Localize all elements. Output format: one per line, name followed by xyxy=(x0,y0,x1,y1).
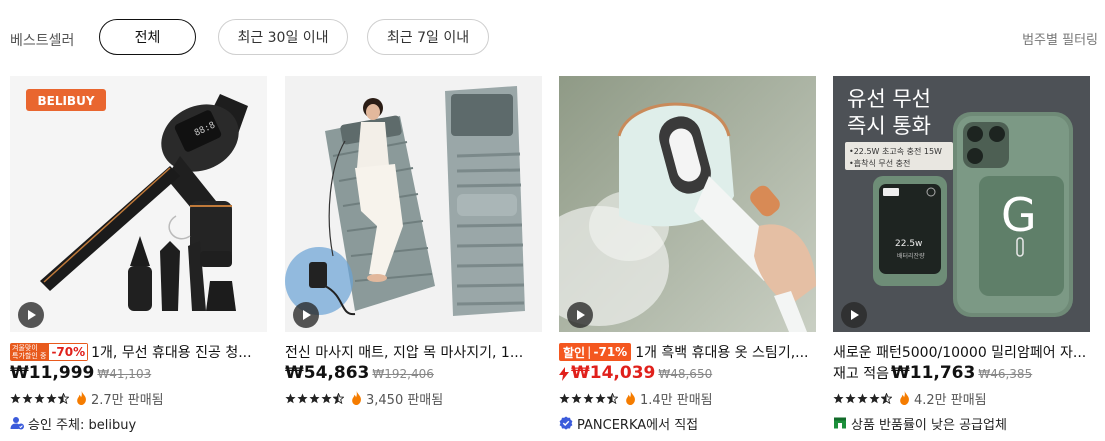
video-play-icon[interactable] xyxy=(18,302,44,328)
brand-label: BELIBUY xyxy=(37,94,94,108)
product-title[interactable]: 새로운 패턴5000/10000 밀리암페어 자... xyxy=(833,342,1086,362)
star-icon xyxy=(309,393,320,403)
product-image[interactable] xyxy=(559,76,816,332)
product-title[interactable]: 전신 마사지 매트, 지압 목 마사지기, 1... xyxy=(285,342,523,362)
star-rating xyxy=(10,392,70,404)
screen-text: 22.5w xyxy=(895,239,922,249)
video-play-icon[interactable] xyxy=(841,302,867,328)
verified-user-icon xyxy=(10,417,24,430)
product-image[interactable] xyxy=(285,76,542,332)
original-price: ₩192,406 xyxy=(372,367,434,381)
low-stock-label: 재고 적음 xyxy=(833,366,889,382)
headline-2: 즉시 통화 xyxy=(847,114,931,138)
half-star-icon xyxy=(881,392,892,404)
sold-count: 2.7만 판매됨 xyxy=(91,392,164,408)
spec-2: •흡착식 무선 충전 xyxy=(849,158,910,168)
screen-sub: 배터리잔량 xyxy=(897,252,925,260)
massage-mat-image xyxy=(285,76,542,332)
star-icon xyxy=(10,393,21,403)
store-icon xyxy=(834,417,846,429)
sale-price: ₩11,763 xyxy=(890,363,976,383)
product-title-row[interactable]: 할인 | -71% 1개 흑백 휴대용 옷 스팀기,... xyxy=(559,342,816,362)
star-icon xyxy=(285,393,296,403)
fire-icon xyxy=(900,391,909,405)
product-image[interactable]: BELIBUY 88:8 xyxy=(10,76,267,332)
power-bank-image: 유선 무선 즉시 통화 •22.5W 초고속 충전 15W •흡착식 무선 충전… xyxy=(833,76,1090,332)
fire-icon xyxy=(352,391,361,405)
star-icon xyxy=(571,393,582,403)
product-title[interactable]: 1개, 무선 휴대용 진공 청... xyxy=(91,342,251,362)
star-icon xyxy=(845,393,856,403)
half-star-icon xyxy=(607,392,618,404)
star-icon xyxy=(297,393,308,403)
product-title[interactable]: 1개 흑백 휴대용 옷 스팀기,... xyxy=(635,342,808,362)
seller-name[interactable]: 승인 주체: belibuy xyxy=(28,414,136,433)
star-icon xyxy=(46,393,57,403)
seller-row[interactable]: 승인 주체: belibuy xyxy=(10,414,136,433)
bestseller-label: 베스트셀러 xyxy=(10,33,75,49)
rating-row: 3,450 판매됨 xyxy=(285,389,444,408)
star-icon xyxy=(559,393,570,403)
sale-price: ₩11,999 xyxy=(10,363,95,383)
video-play-icon[interactable] xyxy=(567,302,593,328)
original-price: ₩48,650 xyxy=(658,367,713,381)
product-title-row[interactable]: 새로운 패턴5000/10000 밀리암페어 자... xyxy=(833,342,1090,362)
sale-price: ₩14,039 xyxy=(571,363,656,383)
category-filter-link[interactable]: 범주별 필터링 xyxy=(1022,29,1098,48)
original-price: ₩41,103 xyxy=(97,367,152,381)
star-icon xyxy=(22,393,33,403)
product-image[interactable]: 유선 무선 즉시 통화 •22.5W 초고속 충전 15W •흡착식 무선 충전… xyxy=(833,76,1090,332)
price-row: ₩54,863 ₩192,406 xyxy=(285,363,434,385)
price-row: ₩11,999 ₩41,103 xyxy=(10,363,151,385)
star-rating xyxy=(285,392,345,404)
rating-row: 4.2만 판매됨 xyxy=(833,389,987,408)
price-row: 재고 적음 ₩11,763 ₩46,385 xyxy=(833,363,1032,385)
product-title-row[interactable]: 전신 마사지 매트, 지압 목 마사지기, 1... xyxy=(285,342,542,362)
sold-count: 3,450 판매됨 xyxy=(366,392,444,408)
sold-count: 4.2만 판매됨 xyxy=(914,392,987,408)
half-star-icon xyxy=(58,392,69,404)
sold-count: 1.4만 판매됨 xyxy=(640,392,713,408)
filter-bar: 베스트셀러 전체 최근 30일 이내 최근 7일 이내 범주별 필터링 xyxy=(0,0,1105,76)
product-title-row[interactable]: 겨울맞이 특가할인 중 -70% 1개, 무선 휴대용 진공 청... xyxy=(10,342,267,362)
star-rating xyxy=(559,392,619,404)
logo-letter: G xyxy=(1001,188,1037,242)
seller-name[interactable]: PANCERKA에서 직접 xyxy=(577,414,698,433)
original-price: ₩46,385 xyxy=(978,367,1033,381)
seller-name[interactable]: 상품 반품률이 낮은 공급업체 xyxy=(851,414,1007,433)
star-icon xyxy=(595,393,606,403)
star-icon xyxy=(321,393,332,403)
video-play-icon[interactable] xyxy=(293,302,319,328)
price-row: ₩14,039 ₩48,650 xyxy=(559,363,712,385)
fire-icon xyxy=(626,391,635,405)
winter-sale-badge: 겨울맞이 특가할인 중 -70% xyxy=(10,343,89,361)
star-icon xyxy=(583,393,594,403)
fire-icon xyxy=(77,391,86,405)
verified-badge-icon xyxy=(559,416,573,430)
filter-chip-30-days[interactable]: 최근 30일 이내 xyxy=(218,19,348,55)
seller-row[interactable]: 상품 반품률이 낮은 공급업체 xyxy=(833,414,1007,433)
star-rating xyxy=(833,392,893,404)
filter-chip-all[interactable]: 전체 xyxy=(99,19,196,55)
filter-chip-7-days[interactable]: 최근 7일 이내 xyxy=(367,19,489,55)
rating-row: 1.4만 판매됨 xyxy=(559,389,713,408)
handheld-vacuum-image: BELIBUY 88:8 xyxy=(10,76,267,332)
garment-steamer-image xyxy=(559,76,816,332)
star-icon xyxy=(833,393,844,403)
product-card[interactable]: BELIBUY 88:8 겨울맞이 특가할인 중 -70% 1개, 무선 휴대용… xyxy=(10,76,267,441)
headline-1: 유선 무선 xyxy=(847,87,931,111)
star-icon xyxy=(869,393,880,403)
product-card[interactable]: 할인 | -71% 1개 흑백 휴대용 옷 스팀기,... ₩14,039 ₩48,… xyxy=(559,76,816,441)
seller-row[interactable]: PANCERKA에서 직접 xyxy=(559,414,698,433)
product-card[interactable]: 유선 무선 즉시 통화 •22.5W 초고속 충전 15W •흡착식 무선 충전… xyxy=(833,76,1090,441)
spec-1: •22.5W 초고속 충전 15W xyxy=(849,146,942,156)
star-icon xyxy=(34,393,45,403)
sale-price: ₩54,863 xyxy=(285,363,370,383)
star-icon xyxy=(857,393,868,403)
product-card[interactable]: 전신 마사지 매트, 지압 목 마사지기, 1... ₩54,863 ₩192,… xyxy=(285,76,542,441)
lightning-icon xyxy=(559,367,569,381)
rating-row: 2.7만 판매됨 xyxy=(10,389,164,408)
half-star-icon xyxy=(333,392,344,404)
discount-badge: 할인 | -71% xyxy=(559,343,632,361)
